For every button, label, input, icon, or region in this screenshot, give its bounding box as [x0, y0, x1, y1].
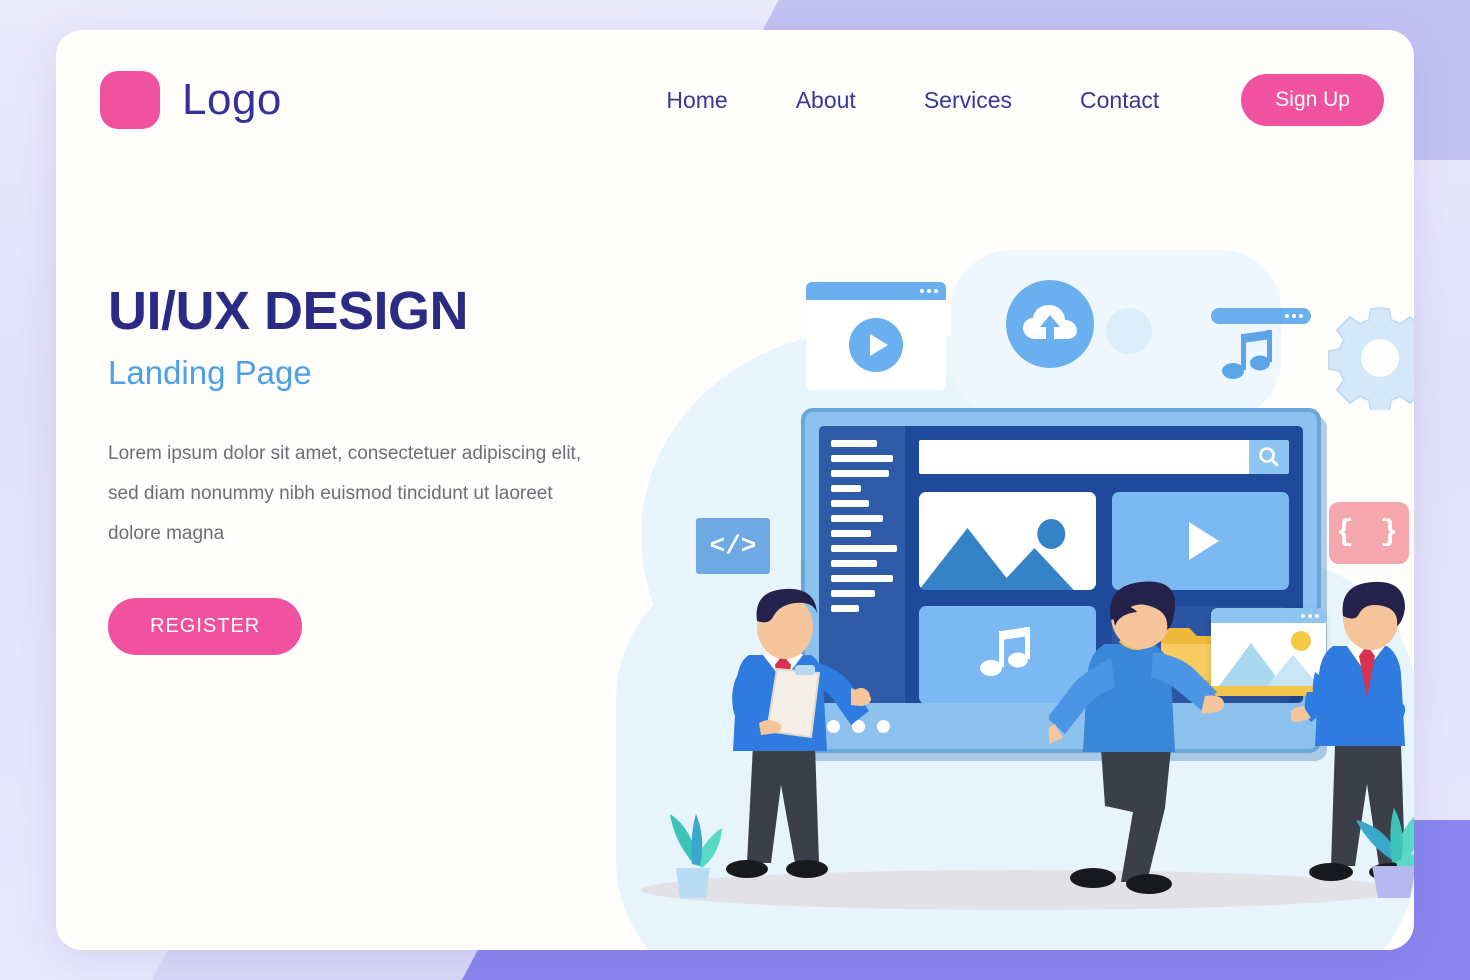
sidebar-line — [831, 440, 877, 447]
screen-search-bar[interactable] — [919, 440, 1289, 474]
nav-item-contact[interactable]: Contact — [1046, 87, 1193, 114]
window-dot-icon — [1285, 314, 1289, 318]
window-dot-icon — [920, 289, 924, 293]
video-browser-icon — [806, 282, 946, 390]
person-presenter — [701, 585, 881, 895]
sidebar-line — [831, 515, 883, 522]
code-tag-icon: </> — [696, 518, 770, 574]
image-tile[interactable] — [919, 492, 1096, 590]
sidebar-line — [831, 500, 869, 507]
sidebar-line — [831, 575, 893, 582]
window-dot-icon — [927, 289, 931, 293]
play-icon — [849, 317, 903, 372]
sidebar-line — [831, 470, 889, 477]
register-button[interactable]: REGISTER — [108, 598, 303, 655]
page-subtitle: Landing Page — [108, 354, 312, 391]
hero-illustration: </> { } — [601, 230, 1414, 950]
logo-text: Logo — [182, 75, 282, 124]
music-browser-icon — [1211, 308, 1311, 388]
landing-page-card: Logo Home About Services Contact Sign Up… — [56, 30, 1414, 950]
sidebar-line — [831, 485, 861, 492]
music-note-icon — [1219, 330, 1281, 386]
logo-mark-icon — [100, 71, 160, 129]
search-icon[interactable] — [1249, 440, 1289, 474]
nav-item-about[interactable]: About — [762, 87, 890, 114]
music-widget-bar — [1211, 308, 1311, 324]
window-dot-icon — [934, 289, 938, 293]
play-triangle-icon — [869, 333, 888, 356]
person-arranging — [1049, 578, 1239, 908]
mini-browser-titlebar — [806, 282, 946, 300]
main-nav: Home About Services Contact Sign Up — [632, 74, 1384, 126]
decorative-circle — [1106, 308, 1152, 354]
hero-copy: UI/UX DESIGN Landing Page Lorem ipsum do… — [108, 280, 648, 655]
nav-item-services[interactable]: Services — [890, 87, 1046, 114]
play-triangle-icon — [1189, 522, 1219, 560]
sidebar-line — [831, 530, 871, 537]
window-dot-icon — [1299, 314, 1303, 318]
cloud-upload-icon — [1006, 280, 1094, 368]
sidebar-line — [831, 560, 877, 567]
search-input[interactable] — [919, 440, 1249, 474]
video-tile[interactable] — [1112, 492, 1289, 590]
site-header: Logo Home About Services Contact Sign Up — [56, 30, 1414, 170]
brace-tag-icon: { } — [1329, 502, 1409, 564]
sidebar-line — [831, 545, 897, 552]
plant-right — [1346, 782, 1414, 902]
nav-item-home[interactable]: Home — [632, 87, 761, 114]
window-dot-icon — [1292, 314, 1296, 318]
page-title: UI/UX DESIGN — [108, 281, 469, 341]
sign-up-button[interactable]: Sign Up — [1241, 74, 1384, 126]
plant-left — [656, 792, 728, 902]
sidebar-line — [831, 455, 893, 462]
gear-icon — [1326, 302, 1414, 410]
brand-logo[interactable]: Logo — [100, 71, 282, 129]
hero-paragraph: Lorem ipsum dolor sit amet, consectetuer… — [108, 443, 582, 544]
